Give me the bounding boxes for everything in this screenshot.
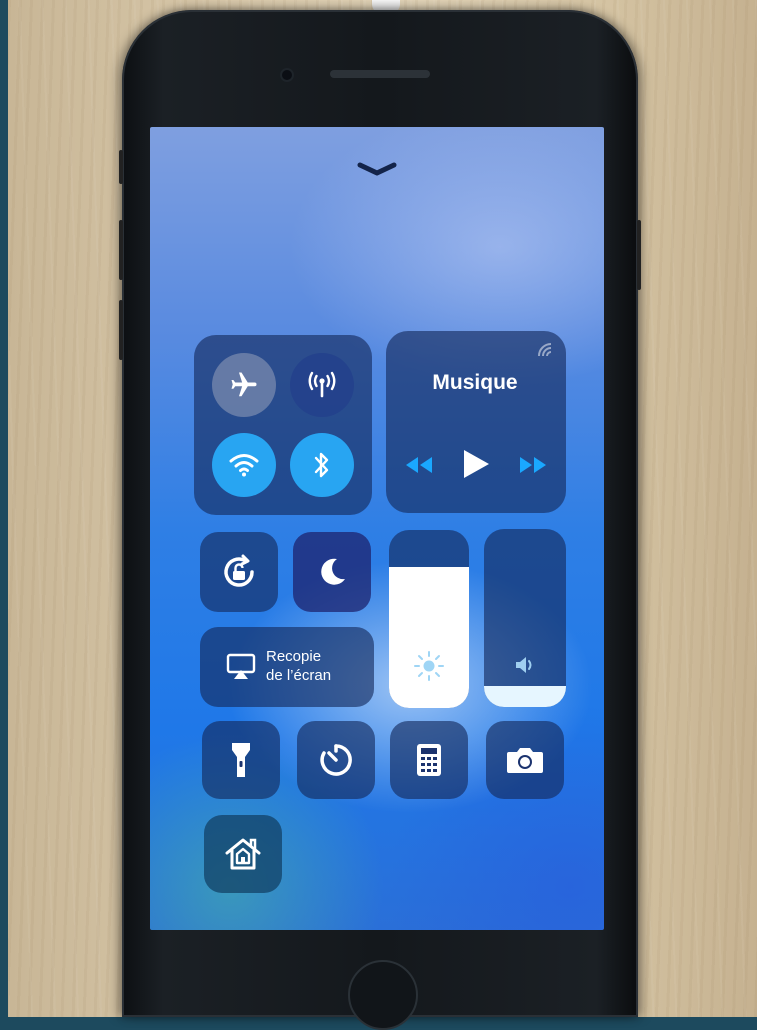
fast-forward-icon[interactable] (518, 455, 550, 475)
flashlight-button[interactable] (202, 721, 280, 799)
timer-button[interactable] (297, 721, 375, 799)
control-center-screen: Musique Recopie de l’écran (150, 127, 604, 930)
power-button (637, 220, 641, 290)
music-title: Musique (432, 371, 518, 394)
speaker-icon (516, 657, 532, 673)
timer-icon (320, 744, 352, 776)
brightness-level-fill (389, 567, 469, 708)
cellular-antenna-icon (308, 371, 336, 398)
earpiece-speaker (330, 70, 430, 78)
home-app-button[interactable] (204, 815, 282, 893)
bluetooth-icon (314, 452, 329, 478)
screen-mirroring-line1: Recopie (266, 648, 322, 665)
wifi-toggle[interactable] (212, 433, 276, 497)
airplane-icon (231, 372, 257, 397)
screen-mirroring-icon (226, 653, 256, 679)
play-icon[interactable] (458, 447, 492, 481)
volume-level-fill (484, 685, 566, 707)
sun-icon (414, 651, 444, 681)
volume-up-button (119, 220, 123, 280)
brightness-slider[interactable] (389, 530, 469, 708)
camera-icon (507, 748, 543, 773)
dismiss-chevron-icon[interactable] (356, 160, 398, 180)
camera-button[interactable] (486, 721, 564, 799)
calculator-button[interactable] (390, 721, 468, 799)
volume-slider[interactable] (484, 529, 566, 707)
home-button[interactable] (348, 960, 418, 1030)
bluetooth-toggle[interactable] (290, 433, 354, 497)
orientation-lock-toggle[interactable] (200, 532, 278, 612)
airplane-mode-toggle[interactable] (212, 353, 276, 417)
orientation-lock-icon (224, 554, 254, 587)
connectivity-panel (194, 335, 372, 515)
front-camera (282, 70, 292, 80)
cellular-data-toggle[interactable] (290, 353, 354, 417)
wifi-icon (229, 454, 259, 477)
rewind-icon[interactable] (402, 455, 434, 475)
screen-mirroring-line2: de l’écran (266, 667, 332, 684)
music-panel[interactable]: Musique (386, 331, 566, 513)
flashlight-icon (232, 743, 250, 777)
calculator-icon (417, 744, 441, 776)
airplay-waves-icon[interactable] (536, 341, 554, 359)
do-not-disturb-toggle[interactable] (293, 532, 371, 612)
home-icon (225, 838, 261, 870)
volume-down-button (119, 300, 123, 360)
moon-icon (321, 558, 345, 585)
screen-mirroring-label: Recopie de l’écran (266, 647, 331, 685)
screen-mirroring-button[interactable]: Recopie de l’écran (200, 627, 374, 707)
mute-switch (119, 150, 123, 184)
